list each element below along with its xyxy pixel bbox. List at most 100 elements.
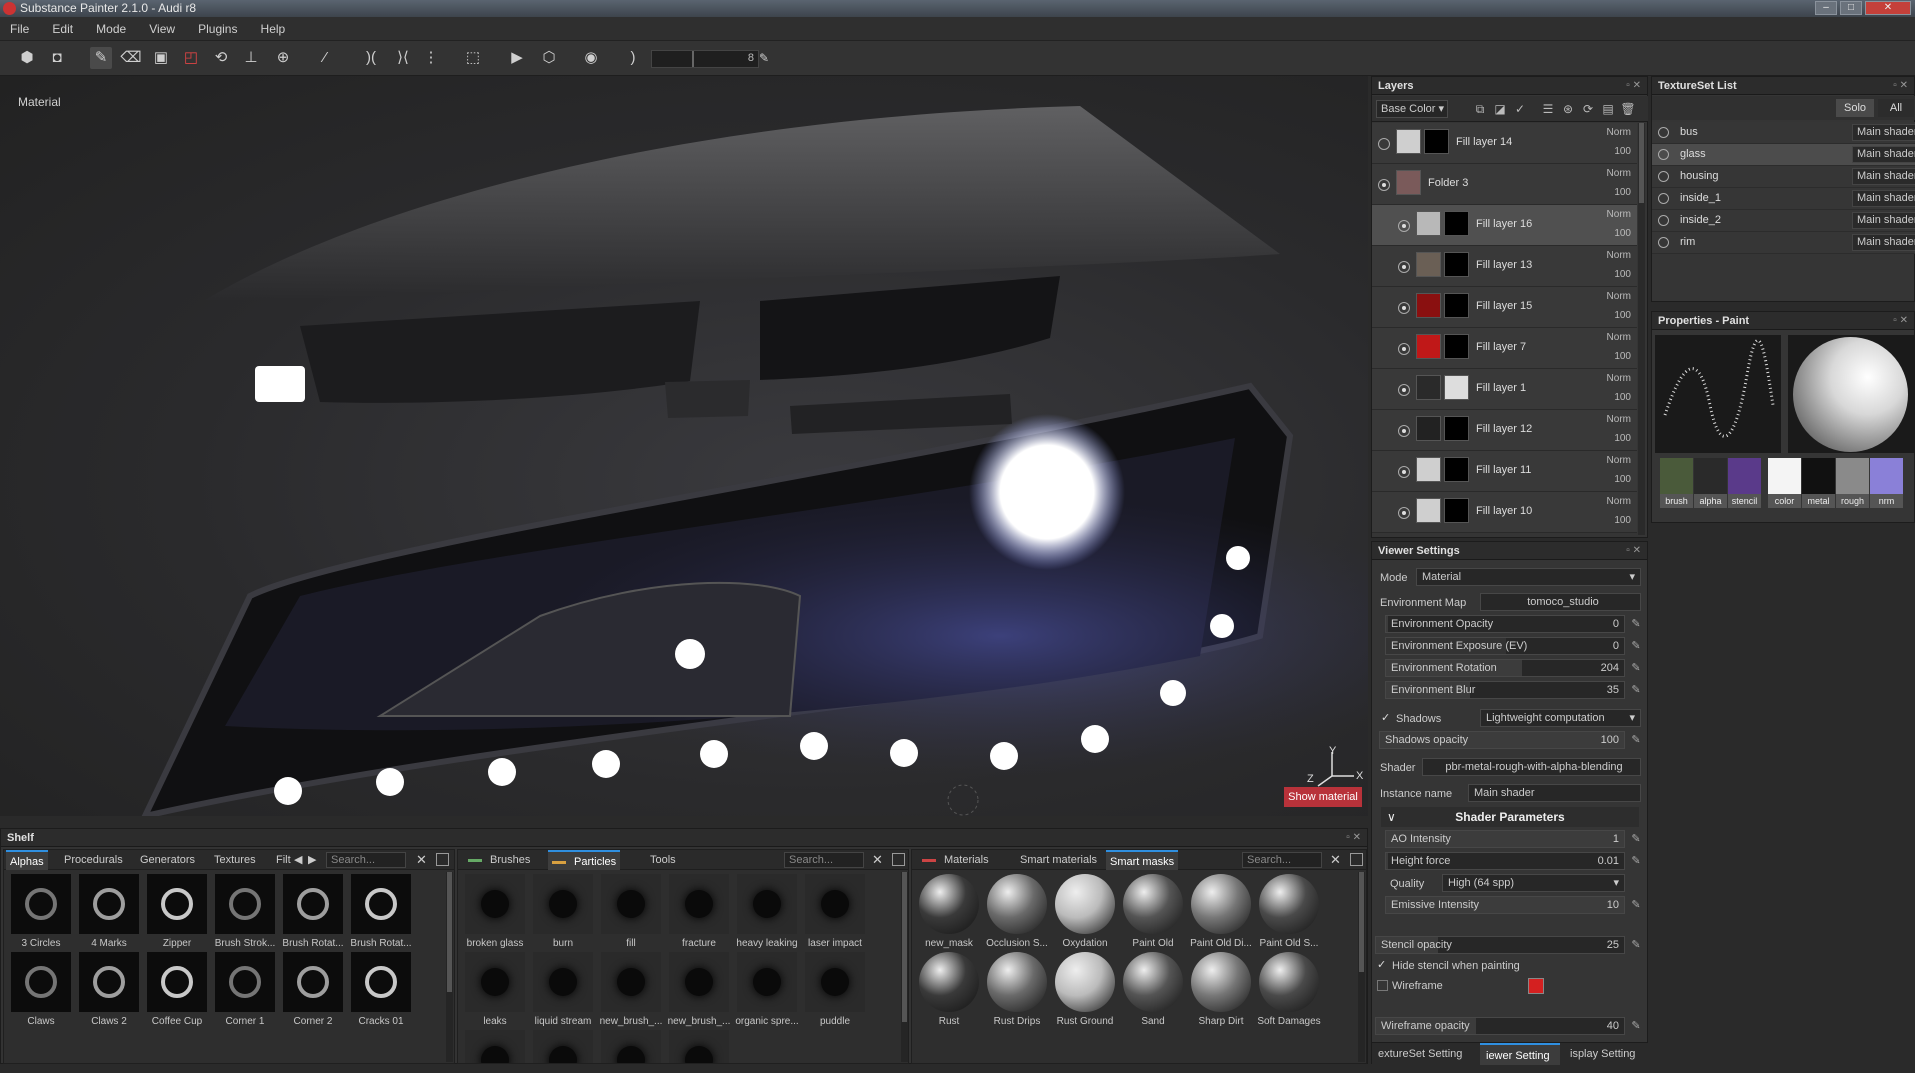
brush-size-slider[interactable]: 8 (651, 50, 759, 68)
textureset-radio[interactable] (1658, 237, 1669, 248)
close-button[interactable]: ✕ (1865, 1, 1911, 15)
stencil-opacity-slider[interactable]: Stencil opacity 25 (1375, 936, 1625, 954)
visibility-eye-icon[interactable] (1398, 466, 1410, 478)
smudge-icon[interactable]: ⟲ (210, 47, 232, 69)
shelf-thumbnail[interactable] (737, 952, 797, 1012)
tab-scroll-right-icon[interactable]: ▶ (304, 850, 320, 870)
layer-opacity[interactable]: 100 (1614, 269, 1631, 280)
layer-mask-thumbnail[interactable] (1444, 416, 1469, 441)
layer-blend-mode[interactable]: Norm (1607, 127, 1631, 138)
tab-textureset-settings[interactable]: extureSet Setting (1378, 1043, 1478, 1065)
layer-mask-thumbnail[interactable] (1444, 252, 1469, 277)
tab-tools[interactable]: Tools (646, 850, 680, 870)
edit-icon[interactable]: ✎ (1629, 617, 1643, 631)
layer-blend-mode[interactable]: Norm (1607, 168, 1631, 179)
shelf-search-input-3[interactable]: Search... (1242, 852, 1322, 868)
instance-name-input[interactable]: Main shader (1468, 784, 1641, 802)
shelf-thumbnail[interactable] (1055, 952, 1115, 1012)
all-button[interactable]: All (1878, 99, 1914, 117)
tab-smart-materials[interactable]: Smart materials (1016, 850, 1101, 870)
clear-search-icon[interactable]: ✕ (1330, 852, 1341, 868)
textureset-radio[interactable] (1658, 149, 1669, 160)
visibility-eye-icon[interactable] (1398, 220, 1410, 232)
layer-row[interactable]: Fill layer 7 Norm 100 (1372, 328, 1637, 369)
shelf-thumbnail[interactable] (465, 1030, 525, 1063)
shelf-thumbnail[interactable] (1191, 952, 1251, 1012)
clear-search-icon[interactable]: ✕ (416, 852, 427, 868)
layer-blend-mode[interactable]: Norm (1607, 332, 1631, 343)
layer-mask-thumbnail[interactable] (1444, 375, 1469, 400)
textureset-row[interactable]: housing Main shader (1652, 166, 1915, 188)
shelf-thumbnail[interactable] (11, 874, 71, 934)
shelf-thumbnail[interactable] (147, 874, 207, 934)
textureset-shader-select[interactable]: Main shader (1852, 190, 1915, 207)
shelf-thumbnail[interactable] (465, 952, 525, 1012)
shelf-thumbnail[interactable] (737, 874, 797, 934)
emissive-intensity-slider[interactable]: Emissive Intensity 10 (1385, 896, 1625, 914)
clone-stamp-icon[interactable]: ⊥ (240, 47, 262, 69)
visibility-eye-icon[interactable] (1398, 302, 1410, 314)
envmap-field[interactable]: tomoco_studio (1480, 593, 1641, 611)
shelf-thumbnail[interactable] (283, 874, 343, 934)
layer-row[interactable]: Fill layer 14 Norm 100 (1372, 123, 1637, 164)
textureset-radio[interactable] (1658, 127, 1669, 138)
shelf-thumbnail[interactable] (351, 952, 411, 1012)
env-blur-slider[interactable]: Environment Blur 35 (1385, 681, 1625, 699)
panel-close-icon[interactable]: ▫ ✕ (1626, 77, 1641, 95)
save-icon[interactable]: ◘ (46, 47, 68, 69)
edit-icon[interactable]: ✎ (1629, 733, 1643, 747)
shelf-thumbnail[interactable] (533, 1030, 593, 1063)
edit-icon[interactable]: ✎ (1629, 1019, 1643, 1033)
layer-blend-mode[interactable]: Norm (1607, 496, 1631, 507)
minimize-button[interactable]: – (1815, 1, 1837, 15)
textureset-row[interactable]: bus Main shader (1652, 122, 1915, 144)
quality-select[interactable]: High (64 spp) ▾ (1442, 874, 1625, 892)
shelf-thumbnail[interactable] (283, 952, 343, 1012)
layer-opacity[interactable]: 100 (1614, 146, 1631, 157)
shelf-thumbnail[interactable] (601, 1030, 661, 1063)
chip-alpha[interactable]: alpha (1694, 458, 1727, 508)
tab-brushes[interactable]: Brushes (464, 850, 534, 870)
color-picker-icon[interactable]: ⁄ (314, 47, 336, 69)
tab-materials[interactable]: Materials (918, 850, 993, 870)
shelf-thumbnail[interactable] (805, 874, 865, 934)
layer-mask-thumbnail[interactable] (1444, 334, 1469, 359)
tab-textures[interactable]: Textures (210, 850, 260, 870)
shelf-thumbnail[interactable] (1055, 874, 1115, 934)
panel-close-icon[interactable]: ▫ ✕ (1626, 542, 1641, 560)
chip-rough[interactable]: rough (1836, 458, 1869, 508)
env-rotation-slider[interactable]: Environment Rotation 204 (1385, 659, 1625, 677)
edit-icon[interactable]: ✎ (1629, 854, 1643, 868)
menu-plugins[interactable]: Plugins (188, 17, 247, 41)
visibility-eye-icon[interactable] (1378, 179, 1390, 191)
shader-parameters-header[interactable]: ∨ Shader Parameters (1381, 807, 1639, 827)
layer-blend-mode[interactable]: Norm (1607, 414, 1631, 425)
layer-row[interactable]: Fill layer 11 Norm 100 (1372, 451, 1637, 492)
shelf-thumbnail[interactable] (1123, 952, 1183, 1012)
add-mask-icon[interactable]: ◪ (1492, 101, 1508, 117)
layer-opacity[interactable]: 100 (1614, 392, 1631, 403)
textureset-radio[interactable] (1658, 193, 1669, 204)
textureset-row[interactable]: glass Main shader (1652, 144, 1915, 166)
chip-stencil[interactable]: stencil (1728, 458, 1761, 508)
clear-search-icon[interactable]: ✕ (872, 852, 883, 868)
edit-icon[interactable]: ✎ (1629, 683, 1643, 697)
shelf-thumbnail[interactable] (11, 952, 71, 1012)
textureset-row[interactable]: inside_2 Main shader (1652, 210, 1915, 232)
camera-3d-icon[interactable]: ⬚ (462, 47, 484, 69)
show-material-button[interactable]: Show material (1284, 787, 1362, 807)
shelf-thumbnail[interactable] (987, 874, 1047, 934)
layer-row[interactable]: Fill layer 16 Norm 100 (1372, 205, 1637, 246)
shelf-thumbnail[interactable] (79, 874, 139, 934)
edit-icon[interactable]: ✎ (1629, 832, 1643, 846)
add-fill-layer-icon[interactable]: ⊛ (1560, 101, 1576, 117)
shelf-thumbnail[interactable] (1259, 952, 1319, 1012)
wireframe-opacity-slider[interactable]: Wireframe opacity 40 (1375, 1017, 1625, 1035)
chip-color[interactable]: color (1768, 458, 1801, 508)
eraser-icon[interactable]: ⌫ (120, 47, 142, 69)
layer-opacity[interactable]: 100 (1614, 474, 1631, 485)
shelf-thumbnail[interactable] (215, 874, 275, 934)
shelf-thumbnail[interactable] (79, 952, 139, 1012)
menu-mode[interactable]: Mode (86, 17, 136, 41)
layer-blend-mode[interactable]: Norm (1607, 455, 1631, 466)
